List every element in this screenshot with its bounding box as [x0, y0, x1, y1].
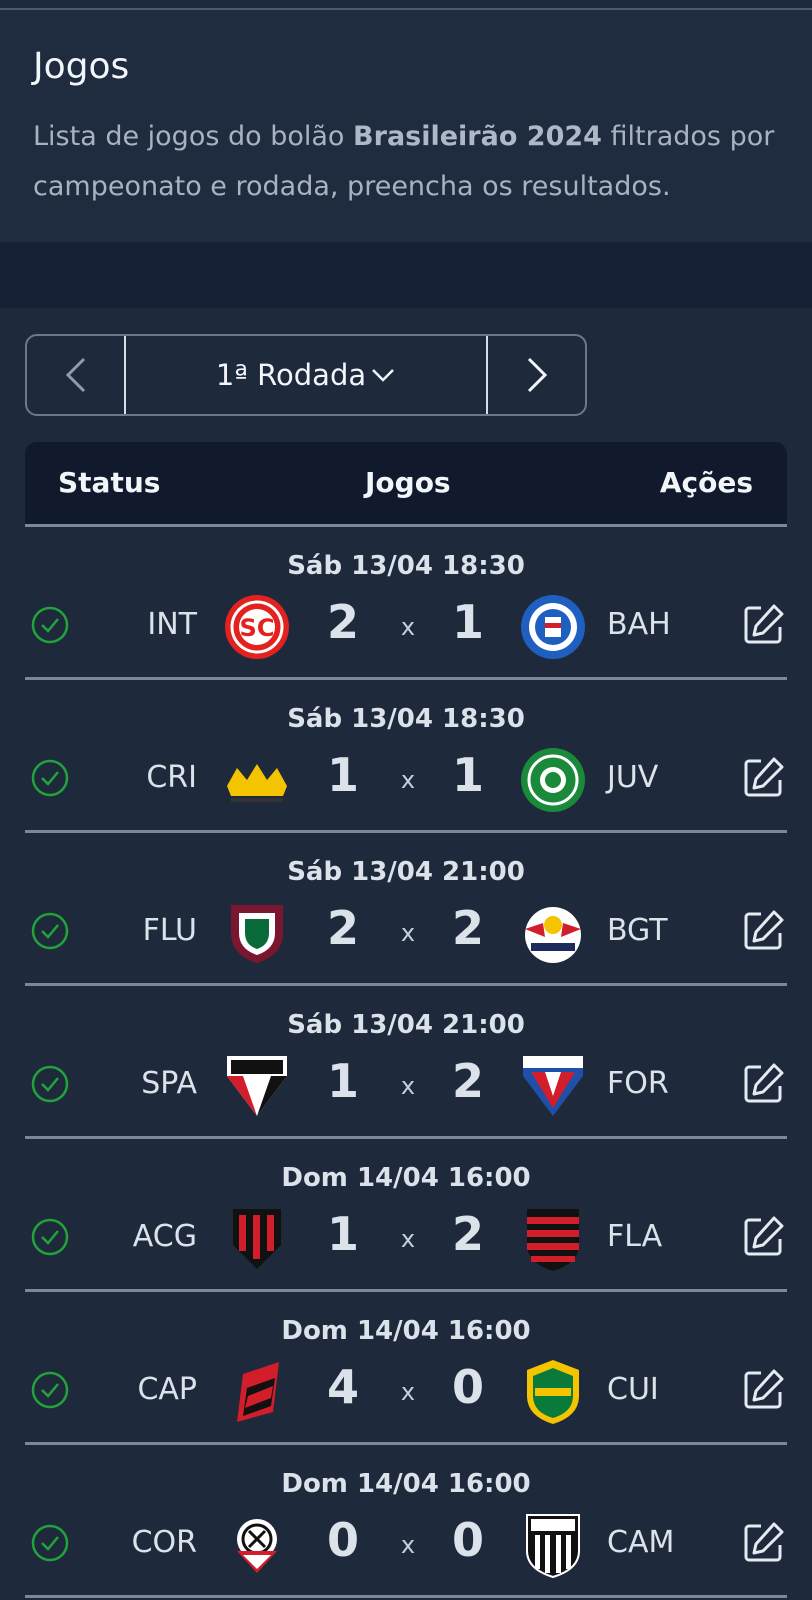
match-datetime: Sáb 13/04 21:00: [287, 1010, 525, 1040]
championship-name: Brasileirão 2024: [353, 121, 602, 152]
away-score: 1: [451, 595, 484, 649]
athletico-pr-crest-icon: [237, 1362, 279, 1422]
away-team: BGT: [607, 913, 668, 948]
atletico-go-crest-icon: [233, 1209, 281, 1269]
table-row: Sáb 13/04 21:00 FLU 2 x 2 BGT: [25, 833, 787, 986]
away-team: BAH: [607, 607, 671, 642]
check-circle-icon: [31, 1371, 69, 1409]
home-team: CAP: [137, 1372, 197, 1407]
versus-label: x: [400, 1378, 416, 1406]
check-circle-icon: [31, 1065, 69, 1103]
match-datetime: Dom 14/04 16:00: [281, 1469, 531, 1499]
check-circle-icon: [31, 1524, 69, 1562]
page-header: Jogos Lista de jogos do bolão Brasileirã…: [0, 10, 812, 242]
home-team: SPA: [141, 1066, 197, 1101]
match-datetime: Dom 14/04 16:00: [281, 1163, 531, 1193]
page-description: Lista de jogos do bolão Brasileirão 2024…: [33, 112, 793, 212]
chevron-right-icon: [527, 357, 547, 393]
table-row: Sáb 13/04 18:30 CRI 1 x 1 JUV: [25, 680, 787, 833]
away-team: FLA: [607, 1219, 663, 1254]
home-score: 0: [326, 1513, 359, 1567]
versus-label: x: [400, 1225, 416, 1253]
table-row: Sáb 13/04 18:30 INT SC 2 x 1 BAH: [25, 527, 787, 680]
away-score: 2: [451, 901, 484, 955]
column-actions: Ações: [659, 466, 753, 499]
check-circle-icon: [31, 1218, 69, 1256]
section-band: [0, 242, 812, 308]
check-circle-icon: [31, 606, 69, 644]
home-team: COR: [131, 1525, 197, 1560]
edit-icon[interactable]: [741, 1213, 787, 1259]
criciuma-crest-icon: [227, 764, 287, 802]
away-score: 0: [451, 1360, 484, 1414]
edit-icon[interactable]: [741, 1366, 787, 1412]
home-score: 2: [326, 901, 359, 955]
home-score: 1: [326, 1207, 359, 1261]
chevron-left-icon: [65, 357, 85, 393]
away-team: JUV: [607, 760, 659, 795]
home-team: INT: [147, 607, 197, 642]
previous-round-button[interactable]: [27, 336, 126, 414]
fortaleza-crest-icon: [523, 1056, 583, 1116]
versus-label: x: [400, 766, 416, 794]
home-score: 1: [326, 748, 359, 802]
away-score: 2: [451, 1054, 484, 1108]
edit-icon[interactable]: [741, 907, 787, 953]
chevron-down-icon: [372, 369, 395, 382]
cuiaba-crest-icon: [527, 1360, 579, 1424]
table-row: Dom 14/04 16:00 ACG 1 x 2 FLA: [25, 1139, 787, 1292]
bahia-crest-icon: [521, 595, 585, 659]
internacional-crest-icon: SC: [225, 595, 289, 659]
sao-paulo-crest-icon: [227, 1056, 287, 1116]
home-team: FLU: [142, 913, 197, 948]
match-datetime: Sáb 13/04 18:30: [287, 704, 525, 734]
table-header: Status Jogos Ações: [25, 442, 787, 524]
svg-text:SC: SC: [240, 614, 275, 642]
away-score: 1: [451, 748, 484, 802]
page-title: Jogos: [33, 46, 130, 87]
versus-label: x: [400, 1531, 416, 1559]
round-label: 1ª Rodada: [215, 358, 367, 392]
check-circle-icon: [31, 759, 69, 797]
corinthians-crest-icon: [237, 1519, 277, 1573]
round-dropdown[interactable]: 1ª Rodada: [126, 336, 486, 414]
away-team: CUI: [607, 1372, 659, 1407]
fluminense-crest-icon: [231, 905, 283, 963]
match-datetime: Dom 14/04 16:00: [281, 1316, 531, 1346]
round-selector: 1ª Rodada: [25, 334, 587, 416]
home-score: 2: [326, 595, 359, 649]
table-row: Dom 14/04 16:00 CAP 4 x 0 CUI: [25, 1292, 787, 1445]
bragantino-crest-icon: [525, 907, 581, 963]
home-score: 1: [326, 1054, 359, 1108]
edit-icon[interactable]: [741, 601, 787, 647]
column-status: Status: [58, 466, 161, 499]
column-games: Jogos: [365, 466, 451, 499]
games-table: Status Jogos Ações Sáb 13/04 18:30 INT S…: [25, 442, 787, 1598]
versus-label: x: [400, 1072, 416, 1100]
away-score: 0: [451, 1513, 484, 1567]
away-team: FOR: [607, 1066, 669, 1101]
away-score: 2: [451, 1207, 484, 1261]
check-circle-icon: [31, 912, 69, 950]
versus-label: x: [400, 613, 416, 641]
edit-icon[interactable]: [741, 1519, 787, 1565]
edit-icon[interactable]: [741, 754, 787, 800]
match-datetime: Sáb 13/04 18:30: [287, 551, 525, 581]
next-round-button[interactable]: [486, 336, 585, 414]
juventude-crest-icon: [521, 748, 585, 812]
home-team: CRI: [146, 760, 197, 795]
edit-icon[interactable]: [741, 1060, 787, 1106]
flamengo-crest-icon: [527, 1209, 579, 1271]
home-score: 4: [326, 1360, 359, 1414]
away-team: CAM: [607, 1525, 675, 1560]
home-team: ACG: [132, 1219, 197, 1254]
atletico-mg-crest-icon: [526, 1514, 580, 1579]
description-text: Lista de jogos do bolão: [33, 121, 354, 152]
table-row: Dom 14/04 16:00 COR 0 x 0 CAM: [25, 1445, 787, 1598]
versus-label: x: [400, 919, 416, 947]
table-row: Sáb 13/04 21:00 SPA 1 x 2 FOR: [25, 986, 787, 1139]
match-datetime: Sáb 13/04 21:00: [287, 857, 525, 887]
